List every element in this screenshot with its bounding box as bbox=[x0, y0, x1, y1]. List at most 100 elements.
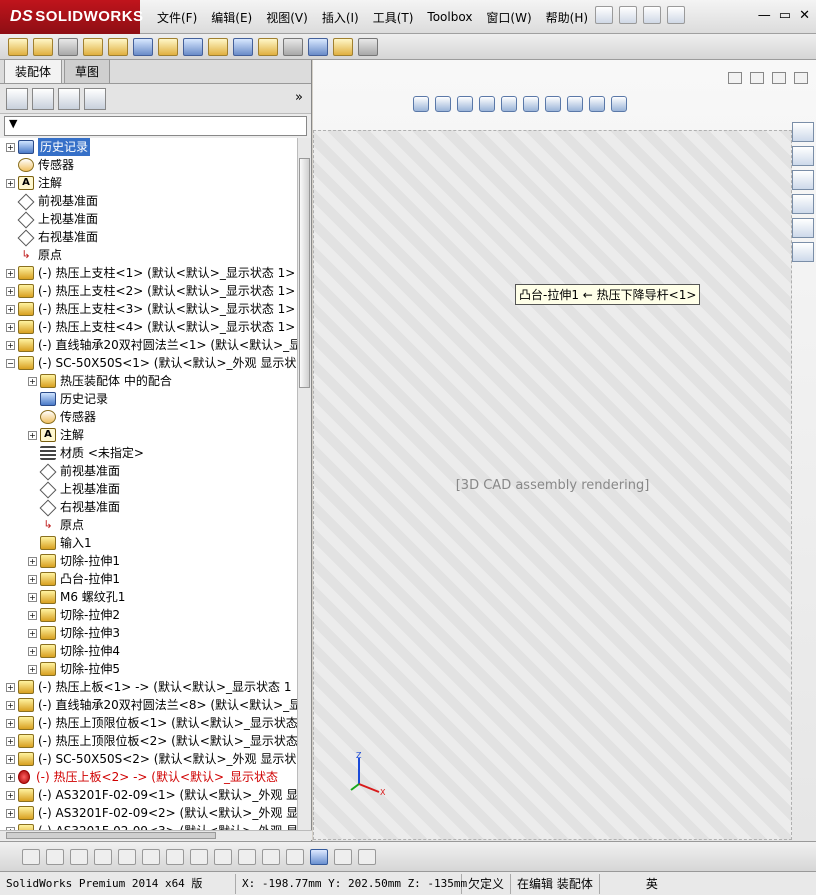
menu-toolbox[interactable]: Toolbox bbox=[420, 10, 479, 24]
solidworks-logo[interactable]: DS SOLIDWORKS bbox=[0, 0, 143, 34]
expand-icon[interactable]: + bbox=[28, 556, 37, 566]
tree-item[interactable]: + 切除-拉伸1 bbox=[0, 552, 297, 570]
angle-dimension-icon[interactable] bbox=[286, 848, 304, 865]
expand-icon[interactable]: + bbox=[6, 304, 15, 314]
collapse-icon[interactable]: − bbox=[6, 358, 15, 368]
expand-icon[interactable]: + bbox=[6, 178, 15, 188]
help-icon[interactable] bbox=[667, 6, 685, 24]
show-hidden-icon[interactable] bbox=[133, 37, 153, 56]
arc-icon[interactable] bbox=[166, 848, 184, 865]
menu-help[interactable]: 帮助(H) bbox=[539, 9, 595, 26]
split-vertical-icon[interactable] bbox=[750, 72, 764, 84]
tree-item[interactable]: + 切除-拉伸2 bbox=[0, 606, 297, 624]
tree-item[interactable]: + M6 螺纹孔1 bbox=[0, 588, 297, 606]
custom-properties-icon[interactable] bbox=[792, 242, 814, 262]
tree-item[interactable]: + 切除-拉伸3 bbox=[0, 624, 297, 642]
tree-item[interactable]: + (-) 热压上支柱<4> (默认<默认>_显示状态 1> bbox=[0, 318, 297, 336]
tree-item[interactable]: + (-) 热压上支柱<3> (默认<默认>_显示状态 1> bbox=[0, 300, 297, 318]
tree-item[interactable]: + (-) 热压上支柱<1> (默认<默认>_显示状态 1> bbox=[0, 264, 297, 282]
tab-assembly[interactable]: 装配体 bbox=[4, 59, 63, 83]
expand-icon[interactable]: + bbox=[6, 736, 15, 746]
window-icon[interactable] bbox=[334, 848, 352, 865]
display-style-icon[interactable] bbox=[523, 96, 539, 112]
clearance-verification-icon[interactable] bbox=[333, 37, 353, 56]
menu-edit[interactable]: 编辑(E) bbox=[204, 9, 259, 26]
tree-item[interactable]: 材质 <未指定> bbox=[0, 444, 297, 462]
tree-item[interactable]: + 凸台-拉伸1 bbox=[0, 570, 297, 588]
tree-item[interactable]: + 历史记录 bbox=[0, 138, 297, 156]
menu-window[interactable]: 窗口(W) bbox=[479, 9, 538, 26]
warning-icon[interactable] bbox=[643, 6, 661, 24]
tree-item[interactable]: 上视基准面 bbox=[0, 210, 297, 228]
apply-scene-icon[interactable] bbox=[589, 96, 605, 112]
expand-icon[interactable]: + bbox=[6, 268, 15, 278]
scroll-thumb[interactable] bbox=[6, 832, 216, 839]
3d-model-render[interactable]: [3D CAD assembly rendering] bbox=[313, 130, 792, 840]
tab-sketch[interactable]: 草图 bbox=[64, 59, 111, 83]
display-manager-icon[interactable] bbox=[84, 87, 106, 110]
tree-item[interactable]: + (-) 热压上板<2> -> (默认<默认>_显示状态 bbox=[0, 768, 297, 786]
view-settings-icon[interactable] bbox=[611, 96, 627, 112]
tree-horizontal-scrollbar[interactable] bbox=[0, 830, 312, 840]
tree-item[interactable]: 上视基准面 bbox=[0, 480, 297, 498]
tree-item[interactable]: + (-) 热压上支柱<2> (默认<默认>_显示状态 1> bbox=[0, 282, 297, 300]
bill-of-materials-icon[interactable] bbox=[233, 37, 253, 56]
tree-item[interactable]: 右视基准面 bbox=[0, 228, 297, 246]
expand-icon[interactable]: + bbox=[28, 628, 37, 638]
angle-icon[interactable] bbox=[142, 848, 160, 865]
tree-item[interactable]: + A 注解 bbox=[0, 426, 297, 444]
linear-pattern-icon[interactable] bbox=[58, 37, 78, 56]
exploded-view-icon[interactable] bbox=[258, 37, 278, 56]
tree-item[interactable]: ↳ 原点 bbox=[0, 246, 297, 264]
smart-fasteners-icon[interactable] bbox=[83, 37, 103, 56]
tree-item[interactable]: + (-) 直线轴承20双衬圆法兰<1> (默认<默认>_显 bbox=[0, 336, 297, 354]
tree-item[interactable]: 传感器 bbox=[0, 408, 297, 426]
ime-indicator[interactable]: 英 bbox=[640, 874, 664, 894]
expand-icon[interactable]: + bbox=[6, 142, 15, 152]
polygon-icon[interactable] bbox=[94, 848, 112, 865]
tree-filter-input[interactable]: ▼ bbox=[4, 116, 307, 136]
tree-item[interactable]: ↳ 原点 bbox=[0, 516, 297, 534]
interference-detection-icon[interactable] bbox=[308, 37, 328, 56]
expand-icon[interactable]: + bbox=[6, 790, 15, 800]
trim-icon[interactable] bbox=[118, 848, 136, 865]
tree-item[interactable]: 右视基准面 bbox=[0, 498, 297, 516]
table-icon[interactable] bbox=[358, 848, 376, 865]
expand-icon[interactable]: + bbox=[28, 646, 37, 656]
tree-item[interactable]: + 切除-拉伸5 bbox=[0, 660, 297, 678]
explode-line-sketch-icon[interactable] bbox=[283, 37, 303, 56]
restore-button[interactable]: ▭ bbox=[779, 8, 791, 23]
new-document-icon[interactable] bbox=[595, 6, 613, 24]
menu-insert[interactable]: 插入(I) bbox=[315, 9, 366, 26]
viewport-restore-icon[interactable] bbox=[772, 72, 786, 84]
move-component-icon[interactable] bbox=[108, 37, 128, 56]
tree-item[interactable]: 传感器 bbox=[0, 156, 297, 174]
tree-item[interactable]: 前视基准面 bbox=[0, 462, 297, 480]
grid-icon[interactable] bbox=[262, 848, 280, 865]
tree-item[interactable]: + (-) 热压上顶限位板<2> (默认<默认>_显示状态 bbox=[0, 732, 297, 750]
new-motion-study-icon[interactable] bbox=[208, 37, 228, 56]
reference-geometry-icon[interactable] bbox=[183, 37, 203, 56]
expand-icon[interactable]: + bbox=[6, 700, 15, 710]
expand-icon[interactable]: + bbox=[28, 574, 37, 584]
scroll-thumb[interactable] bbox=[299, 158, 310, 388]
circle-icon[interactable] bbox=[46, 848, 64, 865]
appearances-icon[interactable] bbox=[792, 218, 814, 238]
expand-icon[interactable]: + bbox=[6, 682, 15, 692]
expand-icon[interactable]: + bbox=[6, 808, 15, 818]
insert-component-icon[interactable] bbox=[8, 37, 28, 56]
view-palette-icon[interactable] bbox=[792, 194, 814, 214]
file-explorer-icon[interactable] bbox=[792, 170, 814, 190]
expand-icon[interactable]: + bbox=[28, 376, 37, 386]
check-icon[interactable] bbox=[190, 848, 208, 865]
assembly-features-icon[interactable] bbox=[158, 37, 178, 56]
menu-file[interactable]: 文件(F) bbox=[150, 9, 204, 26]
configuration-manager-icon[interactable] bbox=[58, 87, 80, 110]
instant3d-icon[interactable] bbox=[358, 37, 378, 56]
tree-item[interactable]: 前视基准面 bbox=[0, 192, 297, 210]
hide-show-items-icon[interactable] bbox=[545, 96, 561, 112]
minimize-button[interactable]: — bbox=[758, 8, 771, 23]
design-library-icon[interactable] bbox=[792, 146, 814, 166]
tree-item[interactable]: + (-) AS3201F-02-09<1> (默认<默认>_外观 显示 bbox=[0, 786, 297, 804]
feature-manager-icon[interactable] bbox=[6, 87, 28, 110]
